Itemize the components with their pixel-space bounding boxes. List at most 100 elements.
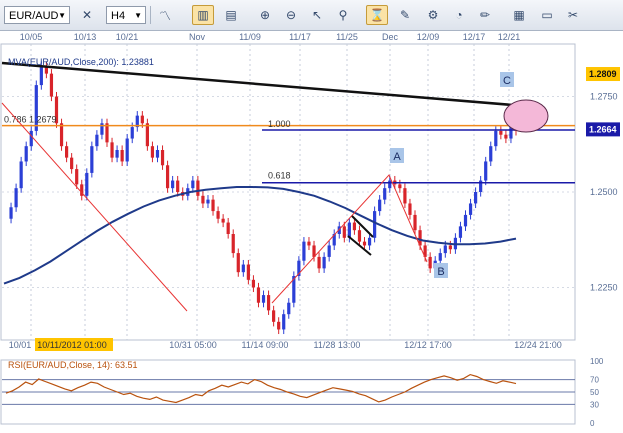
top-axis-label: 11/17 xyxy=(289,32,311,42)
top-axis-label: 12/09 xyxy=(417,32,440,42)
candle-body xyxy=(231,234,235,254)
candle-body xyxy=(165,165,170,189)
top-axis-label: 10/05 xyxy=(20,32,43,42)
candle-body xyxy=(171,180,175,189)
candle-body xyxy=(206,199,210,204)
candle-body xyxy=(327,245,331,257)
candle-body xyxy=(342,226,346,238)
candle-body xyxy=(489,146,493,162)
candle-body xyxy=(494,130,498,147)
top-axis-label: 10/13 xyxy=(74,32,97,42)
candle-body xyxy=(150,146,155,158)
candle-body xyxy=(458,226,463,238)
candle-body xyxy=(39,66,43,86)
wave-label: A xyxy=(393,151,401,163)
candle-body xyxy=(499,130,503,135)
candle-body xyxy=(352,222,357,231)
top-axis-label: 12/21 xyxy=(498,32,521,42)
bottom-axis-label: 11/14 09:00 xyxy=(242,340,289,350)
candle-body xyxy=(468,203,473,215)
candle-body xyxy=(484,161,488,181)
candle-body xyxy=(64,146,69,158)
top-axis-label: 11/25 xyxy=(336,32,358,42)
candle-body xyxy=(261,295,266,303)
resistance-highlight-circle xyxy=(503,99,549,133)
candle-body xyxy=(246,264,250,280)
price-chart[interactable]: 10/05 10/13 10/21 Nov 11/09 11/17 11/25 Dec 12/0… xyxy=(0,0,623,433)
candle-body xyxy=(378,199,382,212)
candle-body xyxy=(256,287,261,303)
candle-body xyxy=(155,150,160,158)
candle-body xyxy=(115,150,119,158)
candle-body xyxy=(29,130,33,147)
candle-body xyxy=(403,188,407,204)
candle-body xyxy=(282,314,286,330)
candle-body xyxy=(463,214,468,227)
candle-body xyxy=(70,157,74,170)
candle-body xyxy=(448,245,452,250)
rsi-scale-label: 70 xyxy=(590,376,599,385)
rsi-scale-label: 0 xyxy=(590,419,595,428)
wave-label: C xyxy=(503,75,511,87)
candle-body xyxy=(49,73,54,97)
bottom-axis-label: 12/24 21:00 xyxy=(514,340,562,350)
top-axis-label: Dec xyxy=(382,32,399,42)
candle-body xyxy=(196,180,200,196)
candle-body xyxy=(95,134,99,147)
candle-body xyxy=(347,222,351,238)
candle-body xyxy=(120,150,124,162)
candle-body xyxy=(413,214,417,231)
top-axis-label: 11/09 xyxy=(239,32,261,42)
rsi-scale-label: 100 xyxy=(590,357,604,366)
wave-label: B xyxy=(437,266,444,278)
candle-body xyxy=(408,203,412,215)
bottom-axis-label: 10/11/2012 01:00 xyxy=(37,340,106,350)
candle-body xyxy=(373,211,377,238)
y-tick-label: 1.2750 xyxy=(590,92,618,102)
candle-body xyxy=(201,195,205,204)
price-tag-label: 1.2809 xyxy=(589,69,617,79)
candle-body xyxy=(160,150,165,166)
candle-body xyxy=(277,321,281,330)
candle-body xyxy=(474,192,478,204)
candle-body xyxy=(438,253,442,261)
bottom-axis-label: 11/28 13:00 xyxy=(314,340,361,350)
candle-body xyxy=(176,180,180,192)
candle-body xyxy=(443,245,447,254)
y-tick-label: 1.2500 xyxy=(590,187,618,197)
candle-body xyxy=(14,188,18,208)
candle-body xyxy=(226,222,230,234)
candle-body xyxy=(357,230,362,242)
candle-body xyxy=(90,146,94,173)
candle-body xyxy=(241,264,245,273)
candle-body xyxy=(140,115,144,124)
mva-indicator-label: MVA(EUR/AUD,Close,200): 1.23881 xyxy=(8,57,154,67)
candle-body xyxy=(272,310,276,322)
fib-786-label: 0.786 1.2679 xyxy=(4,115,57,125)
candle-body xyxy=(322,256,326,269)
candle-body xyxy=(398,184,402,189)
top-axis-label: Nov xyxy=(189,32,206,42)
rsi-scale-label: 30 xyxy=(590,400,599,409)
candle-body xyxy=(85,172,89,196)
fib-618-label: 0.618 xyxy=(268,171,291,181)
top-axis-label: 12/17 xyxy=(463,32,486,42)
candle-body xyxy=(428,256,432,269)
candle-body xyxy=(130,127,134,139)
candle-body xyxy=(59,123,64,147)
candle-body xyxy=(221,218,225,223)
top-axis-label: 10/21 xyxy=(116,32,139,42)
fib-100-label: 1.000 xyxy=(268,119,291,129)
candle-body xyxy=(191,180,195,189)
candle-body xyxy=(367,237,372,246)
rsi-indicator-label: RSI(EUR/AUD,Close, 14): 63.51 xyxy=(8,360,138,370)
candle-body xyxy=(362,241,367,246)
candle-body xyxy=(211,199,215,212)
bottom-axis-label: 12/12 17:00 xyxy=(404,340,452,350)
candle-body xyxy=(24,146,28,162)
candle-body xyxy=(251,279,256,288)
candle-body xyxy=(287,302,291,315)
candle-body xyxy=(236,253,240,273)
candle-body xyxy=(307,241,311,246)
candle-body xyxy=(75,169,79,185)
